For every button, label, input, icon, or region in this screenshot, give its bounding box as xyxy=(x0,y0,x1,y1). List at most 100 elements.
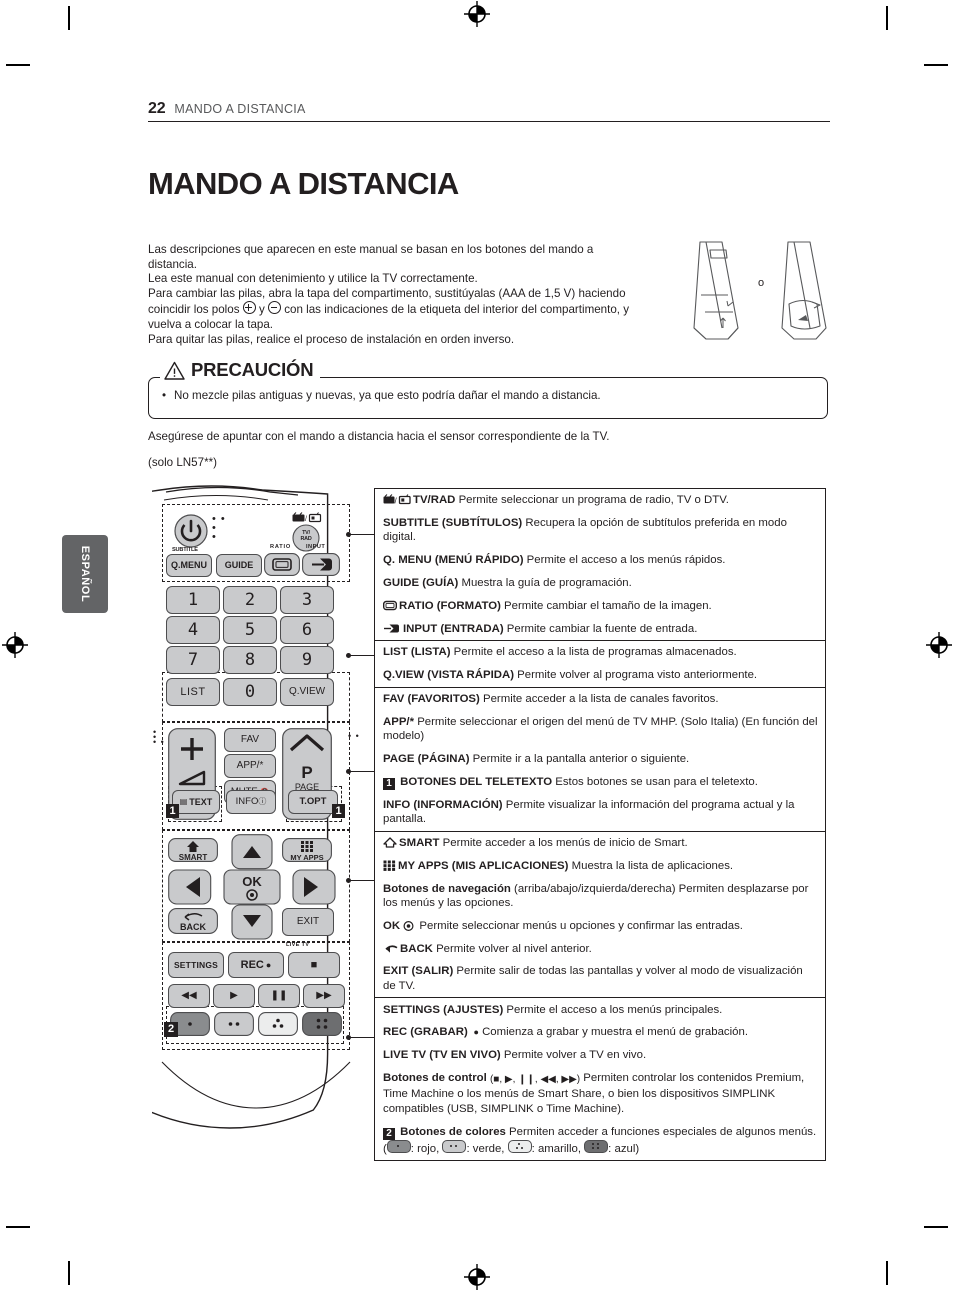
row-bold: MY APPS (MIS APLICACIONES) xyxy=(398,859,569,872)
row-text: Permite volver al programa visto anterio… xyxy=(514,669,758,682)
header-section-title: MANDO A DISTANCIA xyxy=(174,102,306,116)
fast-forward-button[interactable]: ▶▶ xyxy=(303,984,345,1008)
fav-button[interactable]: FAV xyxy=(224,728,276,752)
ratio-button-label: RATIO xyxy=(270,544,291,550)
row-text: Permite acceder a la lista de canales fa… xyxy=(479,692,719,705)
subtitle-button-label: SUBTITLE xyxy=(172,547,198,553)
row-bold: Botones de colores xyxy=(400,1125,506,1138)
connector-segment-4 xyxy=(348,880,375,882)
caution-bullet-row: • No mezcle pilas antiguas y nuevas, ya q… xyxy=(162,389,601,402)
intro-line-6: vuelva a colocar la tapa. xyxy=(148,317,274,331)
svg-text:BACK: BACK xyxy=(180,922,206,932)
row-bold: INFO (INFORMACIÓN) xyxy=(383,798,503,811)
table-row: / TV/RAD Permite seleccionar un programa… xyxy=(375,489,825,512)
remote-dots-right: • • xyxy=(348,731,360,741)
input-icon xyxy=(384,624,399,632)
table-row: APP/* Permite seleccionar el origen del … xyxy=(375,710,825,747)
caution-box: • No mezcle pilas antiguas y nuevas, ya q… xyxy=(148,377,828,419)
q-view-button[interactable]: Q.VIEW xyxy=(280,678,334,706)
row-bold: PAGE (PÁGINA) xyxy=(383,752,470,765)
button-description-table: / TV/RAD Permite seleccionar un programa… xyxy=(374,488,826,1162)
info-circle-icon: ⓘ xyxy=(258,797,267,806)
row-bold: SUBTITLE (SUBTÍTULOS) xyxy=(383,516,523,529)
q-menu-button[interactable]: Q.MENU xyxy=(166,554,212,577)
table-row: OK Permite seleccionar menús u opciones … xyxy=(375,915,825,938)
number-button-6[interactable]: 6 xyxy=(280,616,334,644)
number-button-3[interactable]: 3 xyxy=(280,586,334,614)
crop-mark-bottom-right-horizontal xyxy=(924,1226,948,1228)
row-bold: TV/RAD xyxy=(413,494,456,507)
guide-button[interactable]: GUIDE xyxy=(216,554,262,577)
intro-line-1: Las descripciones que aparecen en este m… xyxy=(148,243,594,256)
color-key-yellow-label: : amarillo, xyxy=(531,1142,585,1155)
intro-line-4: Para cambiar las pilas, abra la tapa del… xyxy=(148,286,626,300)
row-bold: Botones de control xyxy=(383,1072,487,1084)
stop-button[interactable]: ■ xyxy=(288,952,340,978)
note-pointing-text: Asegúrese de apuntar con el mando a dist… xyxy=(148,430,610,443)
t-opt-button[interactable]: T.OPT xyxy=(288,790,338,814)
table-row: FAV (FAVORITOS) Permite acceder a la lis… xyxy=(375,688,825,711)
number-button-4[interactable]: 4 xyxy=(166,616,220,644)
row-text: Permite seleccionar el origen del menú d… xyxy=(383,715,818,743)
color-buttons-badge-2: 2 xyxy=(383,1127,395,1140)
crop-mark-top-right-horizontal xyxy=(924,64,948,66)
number-button-8[interactable]: 8 xyxy=(223,646,277,674)
grid-icon xyxy=(383,860,396,871)
settings-button[interactable]: SETTINGS xyxy=(168,952,224,978)
row-text: Permite el acceso a la lista de programa… xyxy=(450,646,737,659)
text-menu-icon: ▤ xyxy=(179,797,188,806)
power-button[interactable] xyxy=(174,514,208,548)
remote-control-illustration: • • • • • • • • • • TV/RAD / SUBTITLE Q.MENU… xyxy=(152,482,360,1142)
rewind-button[interactable]: ◀◀ xyxy=(168,984,210,1008)
back-button[interactable]: BACK xyxy=(168,908,218,934)
play-icon: ▶ xyxy=(230,990,238,1001)
play-button[interactable]: ▶ xyxy=(213,984,255,1008)
color-button-green[interactable] xyxy=(214,1012,254,1036)
row-bold: BACK xyxy=(400,942,433,955)
color-key-blue-label: : azul) xyxy=(608,1142,640,1155)
crop-mark-top-left-horizontal xyxy=(6,64,30,66)
table-row: SETTINGS (AJUSTES) Permite el acceso a l… xyxy=(375,998,825,1021)
number-button-2[interactable]: 2 xyxy=(223,586,277,614)
text-button[interactable]: ▤ TEXT xyxy=(172,790,220,814)
row-text: Permite seleccionar un programa de radio… xyxy=(455,494,729,507)
list-button[interactable]: LIST xyxy=(166,678,220,706)
registration-mark-left xyxy=(2,632,28,658)
info-button[interactable]: INFO ⓘ xyxy=(226,790,276,814)
intro-paragraph: Las descripciones que aparecen en este m… xyxy=(148,243,693,347)
transport-icons: (■, ▶, ❙❙, ◀◀, ▶▶) xyxy=(489,1074,581,1085)
remote-dots-left: • • • • xyxy=(153,727,165,747)
connector-segment-1 xyxy=(348,534,375,536)
number-button-9[interactable]: 9 xyxy=(280,646,334,674)
callout-badge-1-right: 1 xyxy=(332,804,345,818)
number-button-0[interactable]: 0 xyxy=(223,678,277,706)
ratio-button[interactable] xyxy=(264,553,300,576)
caution-header: PRECAUCIÓN xyxy=(160,359,321,381)
battery-illustration-separator: o xyxy=(758,277,764,289)
exit-button[interactable]: EXIT xyxy=(282,908,334,936)
number-button-7[interactable]: 7 xyxy=(166,646,220,674)
svg-text:/: / xyxy=(305,516,307,523)
pause-button[interactable]: ❚❚ xyxy=(258,984,300,1008)
table-section-2: LIST (LISTA) Permite el acceso a la list… xyxy=(374,640,826,687)
number-button-1[interactable]: 1 xyxy=(166,586,220,614)
row-bold: Q. MENU (MENÚ RÁPIDO) xyxy=(383,554,524,567)
row-bold: Botones de navegación xyxy=(383,882,511,895)
number-button-5[interactable]: 5 xyxy=(223,616,277,644)
table-row: BACK Permite volver al nivel anterior. xyxy=(375,938,825,961)
input-button[interactable] xyxy=(302,553,340,576)
row-bold: SETTINGS (AJUSTES) xyxy=(383,1003,504,1016)
page-title: MANDO A DISTANCIA xyxy=(148,166,459,201)
row-bold: LIVE TV (TV EN VIVO) xyxy=(383,1049,501,1062)
rec-button[interactable]: REC ● xyxy=(228,952,284,978)
row-bold: FAV (FAVORITOS) xyxy=(383,692,480,705)
app-button[interactable]: APP/* xyxy=(224,754,276,778)
row-text: Permiten acceder a funciones especiales … xyxy=(505,1125,817,1138)
tv-rad-icon: / xyxy=(383,494,411,505)
color-button-yellow[interactable] xyxy=(258,1012,298,1036)
row-bold: INPUT (ENTRADA) xyxy=(403,622,504,635)
row-bold: RATIO (FORMATO) xyxy=(399,599,501,612)
table-row: Botones de control (■, ▶, ❙❙, ◀◀, ▶▶) Pe… xyxy=(375,1067,825,1121)
connector-segment-5 xyxy=(348,1037,375,1039)
color-button-blue[interactable] xyxy=(302,1012,342,1036)
